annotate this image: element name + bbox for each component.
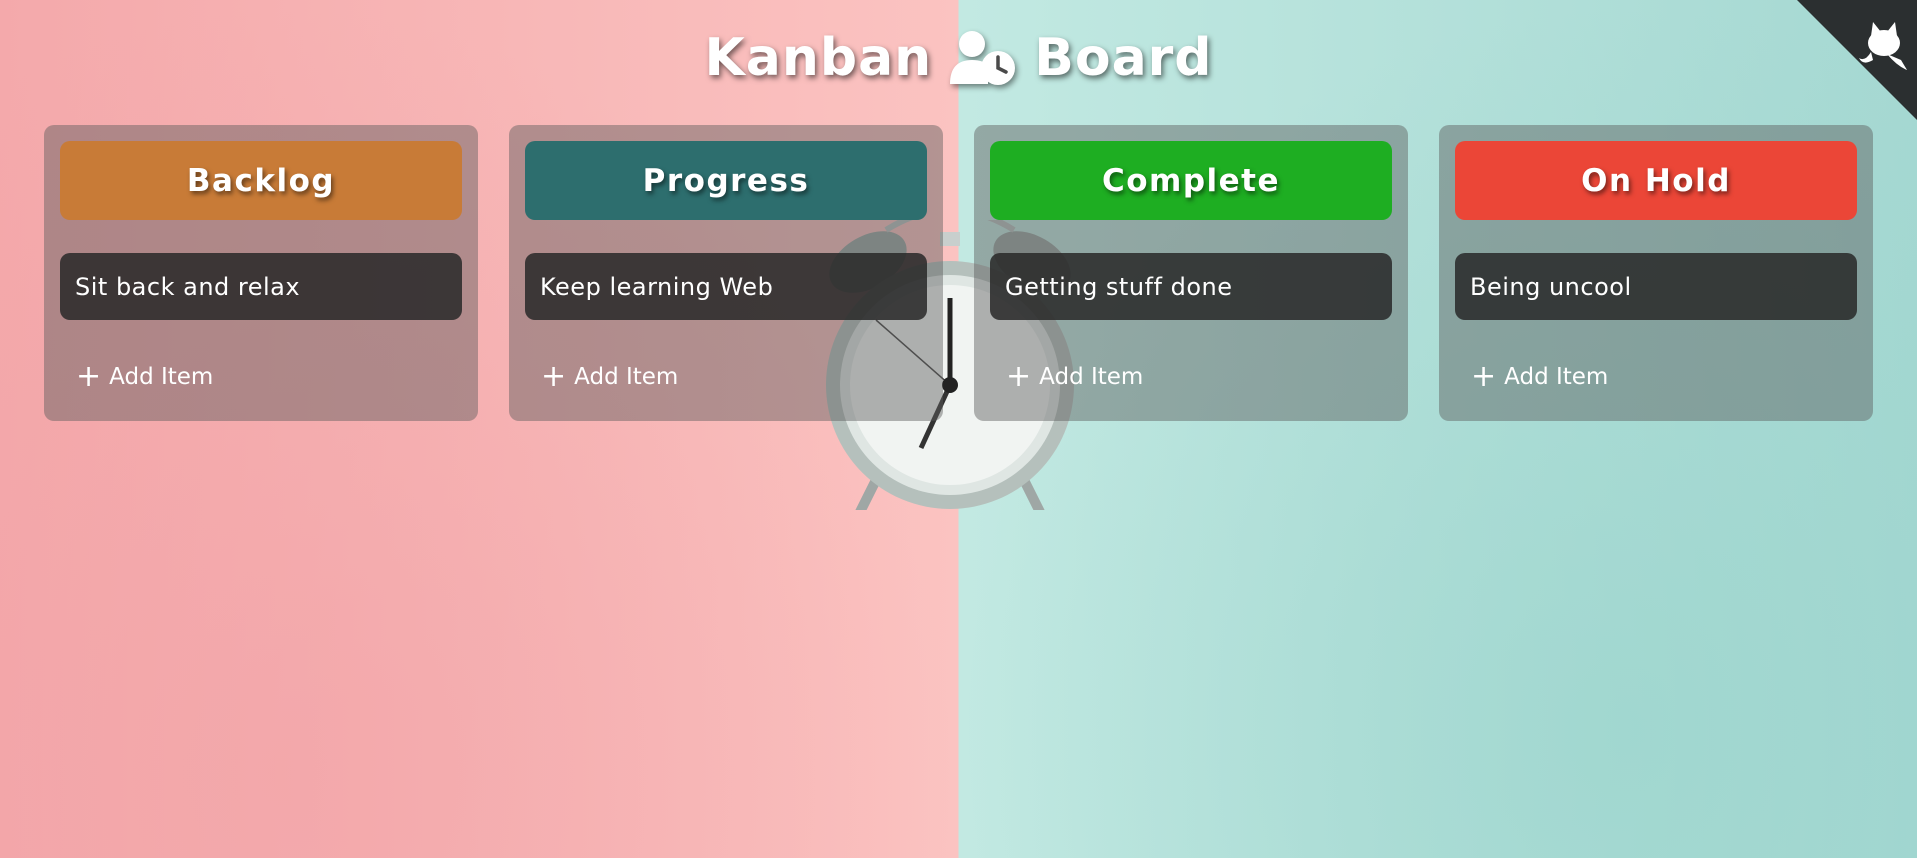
- column-backlog: Backlog Sit back and relax + Add Item: [44, 125, 478, 421]
- column-header-progress: Progress: [525, 141, 927, 220]
- title-kanban: Kanban: [704, 28, 933, 88]
- column-title: On Hold: [1581, 162, 1731, 199]
- page-title: Kanban Board: [0, 28, 1917, 88]
- column-title: Complete: [1101, 162, 1281, 199]
- column-on-hold: On Hold Being uncool + Add Item: [1439, 125, 1873, 421]
- add-item-label: Add Item: [574, 364, 679, 390]
- plus-icon: +: [1006, 359, 1032, 394]
- list-item[interactable]: Keep learning Web: [525, 253, 927, 320]
- column-header-complete: Complete: [990, 141, 1392, 220]
- column-title: Progress: [642, 162, 810, 199]
- plus-icon: +: [541, 359, 567, 394]
- add-item-label: Add Item: [1039, 364, 1144, 390]
- add-item-button[interactable]: + Add Item: [1471, 357, 1608, 397]
- plus-icon: +: [76, 359, 102, 394]
- column-progress: Progress Keep learning Web + Add Item: [509, 125, 943, 421]
- user-clock-icon: [950, 30, 1016, 86]
- column-complete: Complete Getting stuff done + Add Item: [974, 125, 1408, 421]
- list-item[interactable]: Getting stuff done: [990, 253, 1392, 320]
- add-item-button[interactable]: + Add Item: [76, 357, 213, 397]
- github-corner-link[interactable]: [1797, 0, 1917, 120]
- column-title: Backlog: [186, 162, 336, 199]
- add-item-button[interactable]: + Add Item: [1006, 357, 1143, 397]
- add-item-label: Add Item: [109, 364, 214, 390]
- column-header-on-hold: On Hold: [1455, 141, 1857, 220]
- column-header-backlog: Backlog: [60, 141, 462, 220]
- list-item[interactable]: Sit back and relax: [60, 253, 462, 320]
- add-item-button[interactable]: + Add Item: [541, 357, 678, 397]
- add-item-label: Add Item: [1504, 364, 1609, 390]
- github-cat-icon: [1797, 0, 1917, 120]
- plus-icon: +: [1471, 359, 1497, 394]
- title-board: Board: [1034, 28, 1213, 88]
- kanban-columns: Backlog Sit back and relax + Add Item Pr…: [44, 125, 1874, 421]
- list-item[interactable]: Being uncool: [1455, 253, 1857, 320]
